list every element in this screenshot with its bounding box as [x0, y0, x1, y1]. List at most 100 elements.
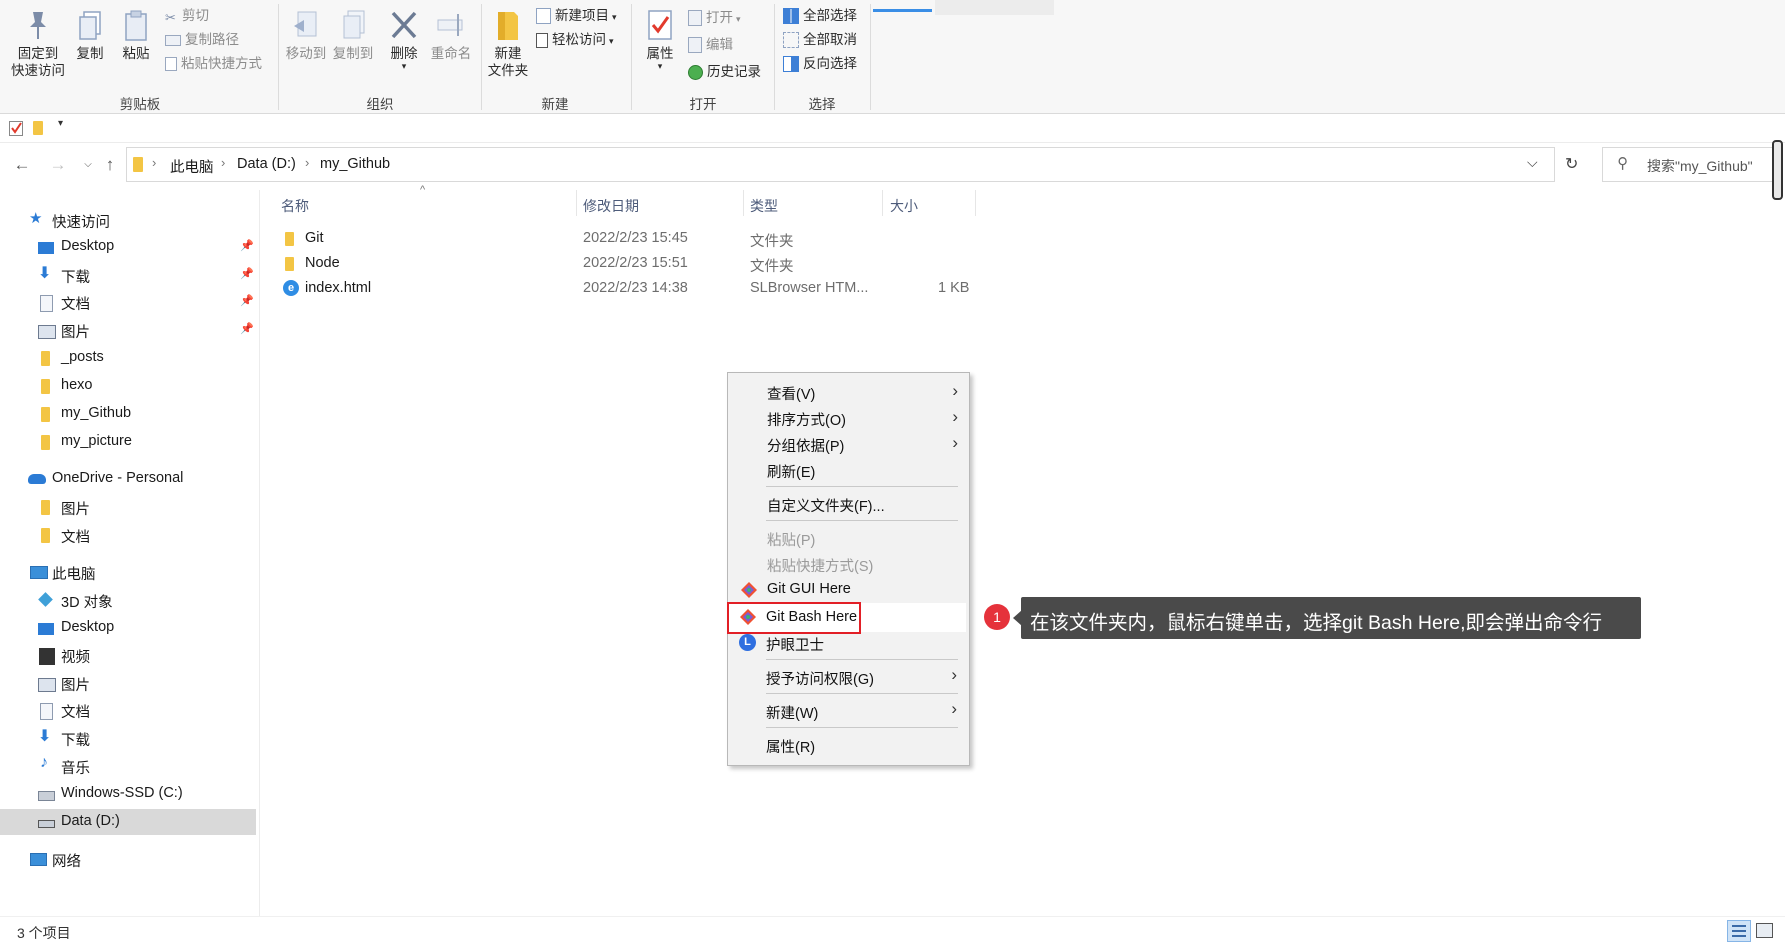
- column-header-size[interactable]: 大小: [890, 196, 918, 216]
- sidebar-item-pc-downloads[interactable]: ⬇ 下载: [0, 725, 258, 752]
- sidebar-item-documents[interactable]: 文档 📌: [0, 289, 258, 316]
- sidebar-label: 图片: [61, 678, 90, 694]
- copy-button[interactable]: 复制: [72, 8, 108, 62]
- copy-to-button[interactable]: 复制到: [331, 8, 375, 62]
- sidebar-item-onedrive[interactable]: OneDrive - Personal: [0, 466, 258, 493]
- pin-icon[interactable]: 📌: [240, 239, 254, 252]
- history-button[interactable]: 历史记录: [688, 63, 761, 80]
- pin-icon[interactable]: 📌: [240, 267, 254, 280]
- details-view-icon[interactable]: [1727, 920, 1751, 942]
- menu-item-properties[interactable]: 属性(R): [728, 733, 967, 758]
- column-header-type[interactable]: 类型: [750, 196, 778, 216]
- sidebar-label: my_Github: [61, 405, 132, 421]
- breadcrumb-data-d[interactable]: Data (D:): [237, 156, 296, 172]
- new-item-button[interactable]: 新建项目 ▾: [536, 7, 617, 26]
- sidebar-item-downloads[interactable]: ⬇ 下载 📌: [0, 262, 258, 289]
- search-icon: ⚲: [1617, 155, 1628, 172]
- sidebar-item-network[interactable]: 网络: [0, 846, 258, 873]
- sidebar-item-quick-access[interactable]: ★ 快速访问: [0, 207, 258, 234]
- new-folder-qat-icon[interactable]: [33, 121, 43, 135]
- copy-path-button[interactable]: 复制路径: [165, 31, 239, 48]
- new-folder-button[interactable]: 新建 文件夹: [486, 8, 530, 79]
- menu-item-eye-guard[interactable]: L 护眼卫士: [728, 632, 967, 657]
- invert-selection-button[interactable]: 反向选择: [783, 55, 857, 73]
- sidebar-item-onedrive-documents[interactable]: 文档: [0, 522, 258, 549]
- menu-item-customize-folder[interactable]: 自定义文件夹(F)...: [729, 491, 968, 516]
- large-icons-view-icon[interactable]: [1756, 923, 1773, 938]
- address-bar[interactable]: › 此电脑 › Data (D:) › my_Github ⌵ ↻: [126, 147, 1578, 182]
- file-date: 2022/2/23 15:51: [583, 255, 688, 271]
- sidebar-item-hexo[interactable]: hexo: [0, 373, 258, 400]
- delete-button[interactable]: 删除 ▾: [386, 8, 422, 71]
- sidebar-item-music[interactable]: ♪ 音乐: [0, 753, 258, 780]
- sidebar-item-pc-pictures[interactable]: 图片: [0, 670, 258, 697]
- paste-button[interactable]: 粘贴: [118, 8, 154, 62]
- qat-customize-icon[interactable]: ▾: [58, 118, 63, 129]
- sidebar-item-my-picture[interactable]: my_picture: [0, 429, 258, 456]
- properties-check-icon: [648, 10, 672, 40]
- select-all-button[interactable]: 全部选择: [783, 7, 857, 25]
- paste-shortcut-button[interactable]: 粘贴快捷方式: [165, 55, 262, 72]
- column-header-name[interactable]: 名称: [281, 196, 309, 216]
- pin-icon[interactable]: 📌: [240, 322, 254, 335]
- file-row[interactable]: e index.html 2022/2/23 14:38 SLBrowser H…: [278, 277, 978, 301]
- sidebar-item-drive-c[interactable]: Windows-SSD (C:): [0, 781, 258, 808]
- address-history-chevron-icon[interactable]: ⌵: [1527, 154, 1538, 171]
- sidebar-item-this-pc[interactable]: 此电脑: [0, 559, 258, 586]
- search-placeholder: 搜索"my_Github": [1647, 158, 1753, 174]
- move-to-button[interactable]: 移动到: [284, 8, 328, 62]
- sidebar-item-videos[interactable]: 视频: [0, 642, 258, 669]
- select-none-button[interactable]: 全部取消: [783, 31, 857, 49]
- refresh-icon[interactable]: ↻: [1565, 154, 1578, 174]
- breadcrumb-this-pc[interactable]: 此电脑: [170, 156, 214, 177]
- properties-qat-icon[interactable]: [9, 121, 23, 136]
- sidebar-item-pc-desktop[interactable]: Desktop: [0, 615, 258, 642]
- cut-button[interactable]: ✂ 剪切: [165, 7, 209, 25]
- open-button[interactable]: 打开 ▾: [688, 9, 741, 28]
- sidebar-item-onedrive-pictures[interactable]: 图片: [0, 494, 258, 521]
- pin-icon[interactable]: 📌: [240, 294, 254, 307]
- up-arrow-icon[interactable]: ↑: [99, 155, 121, 175]
- menu-separator: [766, 486, 958, 487]
- properties-button[interactable]: 属性 ▾: [638, 8, 682, 71]
- menu-item-grant-access[interactable]: 授予访问权限(G) ›: [728, 665, 967, 690]
- menu-item-git-gui[interactable]: Git GUI Here: [729, 577, 968, 602]
- sidebar-item-pictures[interactable]: 图片 📌: [0, 317, 258, 344]
- sidebar-item-3d-objects[interactable]: 3D 对象: [0, 587, 258, 614]
- sidebar-item-pc-documents[interactable]: 文档: [0, 697, 258, 724]
- file-row[interactable]: Git 2022/2/23 15:45 文件夹: [278, 227, 978, 251]
- column-divider[interactable]: [576, 190, 577, 216]
- sidebar-item-posts[interactable]: _posts: [0, 345, 258, 372]
- pin-quick-access-button[interactable]: 固定到 快速访问: [8, 8, 68, 79]
- computer-icon: [30, 566, 48, 579]
- column-divider[interactable]: [743, 190, 744, 216]
- breadcrumb-my-github[interactable]: my_Github: [320, 156, 390, 172]
- pane-splitter[interactable]: [259, 190, 260, 916]
- forward-arrow-icon[interactable]: →: [47, 155, 69, 175]
- rename-button[interactable]: 重命名: [429, 8, 473, 62]
- sidebar-label: 下载: [61, 733, 90, 749]
- sidebar-item-desktop[interactable]: Desktop 📌: [0, 234, 258, 261]
- column-divider[interactable]: [975, 190, 976, 216]
- file-row[interactable]: Node 2022/2/23 15:51 文件夹: [278, 252, 978, 276]
- callout-text: 在该文件夹内，鼠标右键单击，选择git Bash Here,即会弹出命令行: [1030, 612, 1603, 634]
- easy-access-icon: [536, 32, 548, 48]
- sidebar-label: OneDrive - Personal: [52, 470, 184, 486]
- column-header-date[interactable]: 修改日期: [583, 196, 639, 216]
- scrollbar-thumb[interactable]: [1772, 140, 1783, 200]
- column-divider[interactable]: [882, 190, 883, 216]
- back-arrow-icon[interactable]: ←: [11, 155, 33, 175]
- sidebar-item-drive-d[interactable]: Data (D:): [0, 809, 256, 835]
- menu-item-view[interactable]: 查看(V) ›: [729, 379, 968, 404]
- menu-item-refresh[interactable]: 刷新(E): [729, 457, 968, 482]
- menu-item-group-by[interactable]: 分组依据(P) ›: [729, 431, 968, 456]
- menu-item-new[interactable]: 新建(W) ›: [728, 699, 967, 724]
- recent-locations-chevron-icon[interactable]: ⌵: [77, 159, 99, 170]
- edit-button[interactable]: 编辑: [688, 36, 733, 54]
- move-to-label: 移动到: [285, 46, 327, 61]
- sidebar-label: hexo: [61, 377, 93, 393]
- menu-item-sort[interactable]: 排序方式(O) ›: [729, 405, 968, 430]
- search-box[interactable]: ⚲ 搜索"my_Github": [1602, 147, 1774, 182]
- easy-access-button[interactable]: 轻松访问 ▾: [536, 31, 614, 50]
- sidebar-item-my-github[interactable]: my_Github: [0, 401, 258, 428]
